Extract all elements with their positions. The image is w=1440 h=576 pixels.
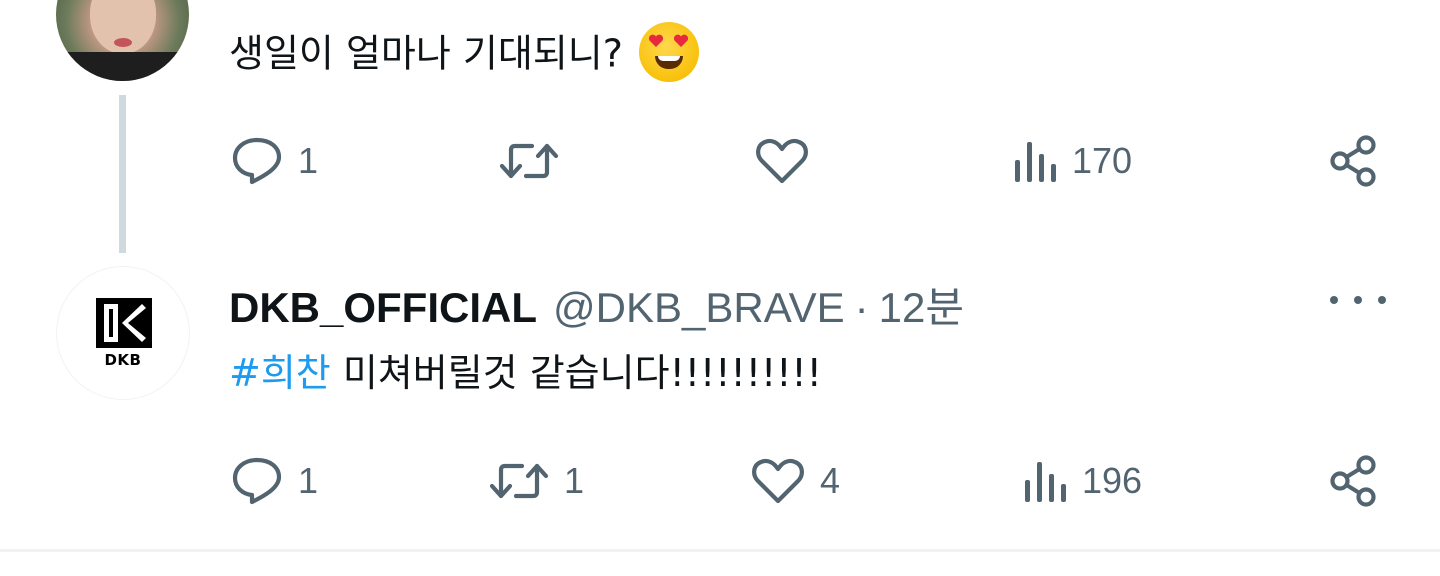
view-count: 170 [1072, 140, 1133, 181]
hashtag-link[interactable]: #희찬 [229, 351, 331, 395]
reply-button[interactable]: 1 [230, 456, 318, 506]
reply-icon [232, 137, 282, 185]
retweet-icon [499, 143, 559, 179]
share-button[interactable] [1328, 454, 1380, 508]
heart-icon [756, 138, 808, 184]
avatar-lips [114, 38, 132, 47]
heart-eye-left-icon [648, 34, 664, 47]
dkb-avatar-wordmark: DKB [104, 351, 142, 369]
tweet-header: DKB_OFFICIAL @DKB_BRAVE · 12분 [229, 274, 964, 335]
retweet-button[interactable] [498, 138, 574, 184]
more-options-button[interactable] [1330, 290, 1386, 310]
reply-count: 1 [298, 460, 319, 501]
heart-eye-right-icon [673, 34, 689, 47]
thread-connector-line [119, 95, 126, 253]
tweet-timestamp[interactable]: 12분 [879, 274, 964, 335]
like-button[interactable]: 4 [750, 457, 840, 505]
tweet-text: #희찬 미쳐버릴것 같습니다!!!!!!!!!! [229, 350, 822, 396]
emoji-mouth [655, 56, 684, 69]
tweet-text-content: 미쳐버릴것 같습니다!!!!!!!!!! [330, 351, 822, 395]
heart-eyes-emoji-icon [639, 22, 700, 82]
retweet-icon [489, 463, 549, 499]
more-dot-icon [1330, 296, 1338, 304]
tweet-divider [0, 549, 1440, 552]
views-button[interactable]: 170 [1012, 136, 1132, 186]
author-handle[interactable]: @DKB_BRAVE [553, 284, 845, 332]
bar-chart-icon [1025, 462, 1066, 502]
dkb-logo-icon [96, 298, 152, 348]
tweet-text-content: 생일이 얼마나 기대되니? [229, 31, 623, 76]
more-dot-icon [1378, 296, 1386, 304]
like-button[interactable] [754, 137, 824, 185]
heart-icon [752, 458, 804, 504]
tweet-text: 생일이 얼마나 기대되니? [229, 22, 700, 86]
author-display-name[interactable]: DKB_OFFICIAL [229, 284, 537, 332]
reply-button[interactable]: 1 [230, 136, 318, 186]
share-button[interactable] [1328, 134, 1380, 188]
view-count: 196 [1082, 460, 1143, 501]
retweet-count: 1 [564, 460, 585, 501]
retweet-button[interactable]: 1 [488, 458, 584, 504]
share-icon [1330, 455, 1376, 507]
share-icon [1330, 135, 1376, 187]
user-avatar[interactable] [56, 0, 189, 81]
separator-dot: · [854, 284, 869, 331]
bar-chart-icon [1015, 142, 1056, 182]
reply-count: 1 [298, 140, 319, 181]
avatar-shirt [56, 52, 189, 81]
like-count: 4 [820, 460, 841, 501]
views-button[interactable]: 196 [1022, 456, 1142, 506]
dkb-avatar[interactable]: DKB [56, 266, 190, 400]
reply-icon [232, 457, 282, 505]
more-dot-icon [1354, 296, 1362, 304]
